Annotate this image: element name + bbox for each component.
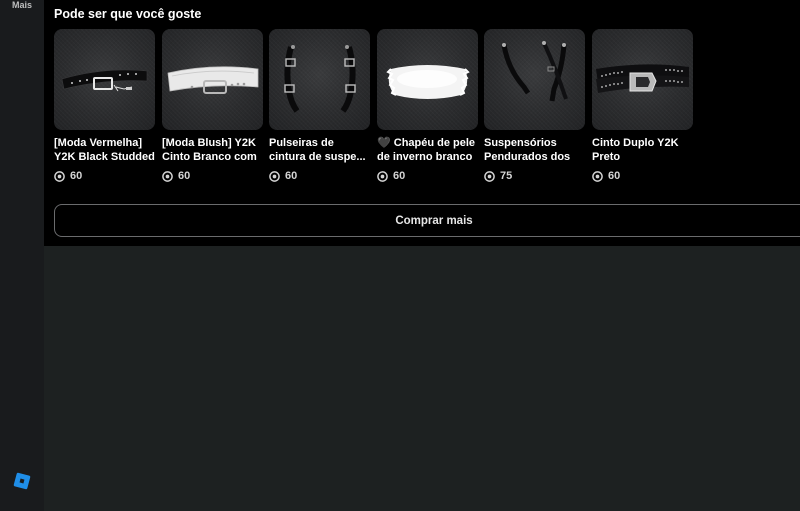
item-name[interactable]: Cinto Duplo Y2K Preto xyxy=(592,136,693,164)
robux-icon xyxy=(162,170,173,182)
price-value: 60 xyxy=(70,170,83,182)
recommendations-panel: Pode ser que você goste [Moda Vermelha] … xyxy=(44,0,800,246)
item-card[interactable]: 🖤 Chapéu de pele de inverno branco 60 xyxy=(377,29,478,182)
item-price: 60 xyxy=(592,170,693,182)
black-studded-belt-icon xyxy=(61,69,148,92)
item-thumbnail[interactable] xyxy=(162,29,263,130)
price-value: 60 xyxy=(393,170,406,182)
white-belt-icon xyxy=(167,66,259,94)
item-thumbnail[interactable] xyxy=(269,29,370,130)
item-card[interactable]: [Moda Vermelha] Y2K Black Studded 60 xyxy=(54,29,155,182)
item-thumbnail[interactable] xyxy=(592,29,693,130)
item-price: 60 xyxy=(269,170,370,182)
price-value: 60 xyxy=(608,170,621,182)
item-thumbnail[interactable] xyxy=(54,29,155,130)
item-name[interactable]: 🖤 Chapéu de pele de inverno branco xyxy=(377,136,478,164)
double-belt-icon xyxy=(596,64,689,93)
price-value: 75 xyxy=(500,170,513,182)
item-name[interactable]: [Moda Blush] Y2K Cinto Branco com xyxy=(162,136,263,164)
white-fur-hat-icon xyxy=(386,65,470,99)
more-menu-label[interactable]: Mais xyxy=(0,0,44,11)
item-name[interactable]: Suspensórios Pendurados dos xyxy=(484,136,585,164)
left-rail: Mais xyxy=(0,0,44,511)
item-thumbnail[interactable] xyxy=(484,29,585,130)
robux-icon xyxy=(592,170,603,182)
waist-straps-icon xyxy=(284,45,356,113)
item-price: 60 xyxy=(54,170,155,182)
buy-more-button[interactable]: Comprar mais xyxy=(54,204,800,237)
item-price: 60 xyxy=(377,170,478,182)
robux-icon xyxy=(484,170,495,182)
item-card[interactable]: Suspensórios Pendurados dos 75 xyxy=(484,29,585,182)
item-card[interactable]: Pulseiras de cintura de suspe... 60 xyxy=(269,29,370,182)
page-background xyxy=(44,246,800,511)
price-value: 60 xyxy=(178,170,191,182)
item-thumbnail[interactable] xyxy=(377,29,478,130)
section-title: Pode ser que você goste xyxy=(54,7,202,21)
robux-icon xyxy=(269,170,280,182)
item-name[interactable]: Pulseiras de cintura de suspe... xyxy=(269,136,370,164)
robux-icon xyxy=(377,170,388,182)
item-card[interactable]: Cinto Duplo Y2K Preto 60 xyxy=(592,29,693,182)
item-card[interactable]: [Moda Blush] Y2K Cinto Branco com 60 xyxy=(162,29,263,182)
item-name[interactable]: [Moda Vermelha] Y2K Black Studded xyxy=(54,136,155,164)
roblox-logo-icon[interactable] xyxy=(13,472,31,490)
hanging-suspenders-icon xyxy=(501,41,568,102)
robux-icon xyxy=(54,170,65,182)
item-price: 75 xyxy=(484,170,585,182)
price-value: 60 xyxy=(285,170,298,182)
item-price: 60 xyxy=(162,170,263,182)
